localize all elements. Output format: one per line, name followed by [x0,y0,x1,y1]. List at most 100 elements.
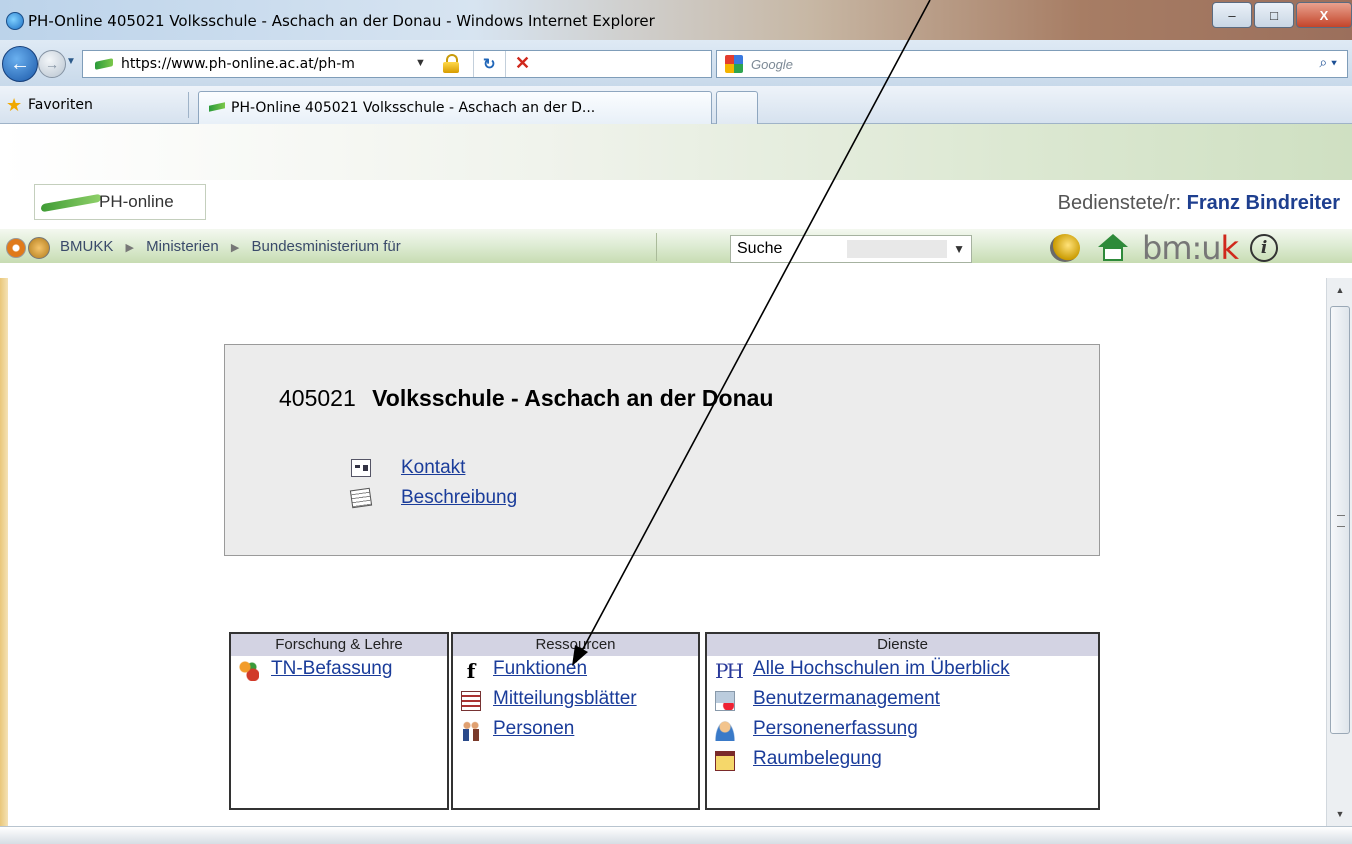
security-lock-icon[interactable] [443,54,459,73]
user-prefix: Bedienstete/r: [1057,192,1182,214]
section-title: Forschung & Lehre [231,634,447,656]
window-title: PH-Online 405021 Volksschule - Aschach a… [28,12,655,30]
address-url[interactable]: https://www.ph-online.ac.at/ph-m [121,56,355,72]
list-item: f Funktionen [453,656,698,686]
section-dienste: Dienste PH Alle Hochschulen im Überblick… [705,632,1100,810]
list-item: Personenerfassung [707,716,1098,746]
stop-icon[interactable]: ✕ [515,53,530,74]
key-icon[interactable] [1050,234,1080,262]
scroll-down-icon[interactable]: ▼ [1327,802,1352,826]
tab-favicon-icon [209,102,225,112]
favorites-star-icon[interactable]: ★ [6,95,22,116]
forward-button[interactable]: → [38,50,66,78]
ph-online-swoosh-icon [41,193,101,213]
section-ressourcen: Ressourcen f Funktionen Mitteilungsblätt… [451,632,700,810]
user-info: Bedienstete/r: Franz Bindreiter [1058,192,1340,215]
breadcrumb-item[interactable]: Bundesministerium für [252,238,401,255]
newsletter-icon [461,691,481,711]
suche-input[interactable] [847,240,947,258]
list-item: TN-Befassung [231,656,447,686]
user-name[interactable]: Franz Bindreiter [1187,192,1340,214]
breadcrumb-separator-icon: ▶ [230,242,240,254]
list-item: Benutzermanagement [707,686,1098,716]
new-tab-button[interactable] [716,91,758,124]
list-item: Personen [453,716,698,746]
vertical-scrollbar[interactable]: ▲ ▼ [1326,278,1352,826]
search-placeholder[interactable]: Google [751,57,793,72]
funktionen-link[interactable]: Funktionen [493,658,587,680]
breadcrumb: BMUKK ▶ Ministerien ▶ Bundesministerium … [60,238,401,255]
site-favicon-icon [95,58,113,70]
person-registration-icon [715,721,735,741]
breadcrumb-item[interactable]: BMUKK [60,238,113,255]
back-nav-icon[interactable] [28,237,50,259]
section-title: Ressourcen [453,634,698,656]
google-icon [725,55,743,73]
scrollbar-thumb[interactable] [1330,306,1350,734]
browser-tab-active[interactable]: PH-Online 405021 Volksschule - Aschach a… [198,91,712,124]
user-management-icon [715,691,735,711]
page-title: 405021 Volksschule - Aschach an der Dona… [279,385,773,412]
app-toolbar: BMUKK ▶ Ministerien ▶ Bundesministerium … [0,229,1352,267]
navigation-icon[interactable] [6,238,26,258]
ie-logo-icon [6,12,24,30]
search-icon[interactable]: ⌕ ▾ [1319,54,1337,71]
breadcrumb-item[interactable]: Ministerien [146,238,219,255]
alle-hochschulen-link[interactable]: Alle Hochschulen im Überblick [753,658,1010,680]
room-booking-icon [715,751,735,771]
suche-dropdown[interactable]: Suche ▼ [730,235,972,263]
list-item: Raumbelegung [707,746,1098,776]
close-button[interactable]: X [1296,2,1352,28]
address-dropdown-icon[interactable]: ▼ [415,57,426,69]
beschreibung-link[interactable]: Beschreibung [401,487,517,508]
scroll-up-icon[interactable]: ▲ [1327,278,1352,302]
back-button[interactable]: ← [2,46,38,82]
app-header-band [0,124,1352,180]
logo-text: PH-online [99,192,174,211]
section-forschung-lehre: Forschung & Lehre TN-Befassung [229,632,449,810]
refresh-icon[interactable]: ↻ [483,55,496,73]
functions-icon: f [466,659,476,683]
favorites-button[interactable]: Favoriten [28,97,93,113]
info-icon[interactable]: i [1250,234,1279,262]
list-item: PH Alle Hochschulen im Überblick [707,656,1098,686]
browser-navbar: ← → ▼ https://www.ph-online.ac.at/ph-m ▼… [0,40,1352,86]
tn-icon [239,661,259,681]
minimize-button[interactable]: – [1212,2,1252,28]
description-icon [349,487,373,509]
tn-befassung-link[interactable]: TN-Befassung [271,658,392,680]
raumbelegung-link[interactable]: Raumbelegung [753,748,882,770]
personenerfassung-link[interactable]: Personenerfassung [753,718,918,740]
window-controls: – □ X [1210,2,1352,30]
organization-box: 405021 Volksschule - Aschach an der Dona… [224,344,1100,556]
org-code: 405021 [279,385,356,411]
ph-icon: PH [715,659,744,683]
address-bar[interactable]: https://www.ph-online.ac.at/ph-m ▼ ↻ ✕ [82,50,712,78]
tab-title: PH-Online 405021 Volksschule - Aschach a… [231,100,596,116]
kontakt-link[interactable]: Kontakt [401,457,465,478]
list-item: Mitteilungsblätter [453,686,698,716]
header-icons: bm:uk i [1050,229,1279,267]
persons-icon [461,721,481,741]
section-title: Dienste [707,634,1098,656]
breadcrumb-separator-icon: ▶ [125,242,134,254]
maximize-button[interactable]: □ [1254,2,1294,28]
search-box[interactable]: Google ⌕ ▾ [716,50,1348,78]
mitteilungsblaetter-link[interactable]: Mitteilungsblätter [493,688,637,710]
bmuk-logo[interactable]: bm:uk [1142,229,1239,267]
suche-label: Suche [737,240,783,257]
window-left-edge [0,278,8,826]
window-bottom-edge [0,826,1352,844]
contact-card-icon [351,459,371,477]
home-icon[interactable] [1098,234,1128,262]
personen-link[interactable]: Personen [493,718,574,740]
favorites-bar: ★ Favoriten PH-Online 405021 Volksschule… [0,86,1352,124]
kontakt-link-row: Kontakt [351,457,465,479]
recent-pages-dropdown-icon[interactable]: ▼ [66,56,76,67]
ph-online-logo[interactable]: PH-online [34,184,206,220]
window-titlebar: PH-Online 405021 Volksschule - Aschach a… [0,0,1352,40]
org-name: Volksschule - Aschach an der Donau [372,385,774,411]
chevron-down-icon[interactable]: ▼ [953,242,965,256]
beschreibung-link-row: Beschreibung [349,487,517,509]
benutzermanagement-link[interactable]: Benutzermanagement [753,688,940,710]
